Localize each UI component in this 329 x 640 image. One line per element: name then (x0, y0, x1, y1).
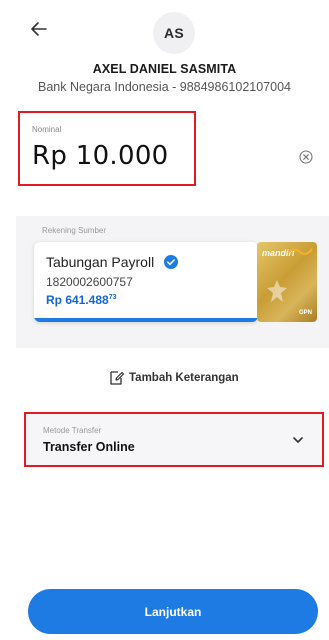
balance-main: Rp 641.488 (46, 293, 109, 307)
add-note-label: Tambah Keterangan (129, 372, 239, 384)
transfer-method-select[interactable]: Metode Transfer Transfer Online (24, 412, 324, 467)
transfer-method-label: Metode Transfer (43, 426, 102, 435)
bank-card-network: GPN (298, 310, 312, 316)
account-name: Tabungan Payroll (46, 254, 155, 270)
account-balance: Rp 641.48873 (46, 293, 117, 307)
recipient-bank-account: Bank Negara Indonesia - 9884986102107004 (38, 80, 291, 94)
source-account-card[interactable]: Tabungan Payroll 1820002600757 Rp 641.48… (34, 242, 258, 322)
account-number: 1820002600757 (46, 275, 133, 289)
garuda-emblem-icon (267, 280, 287, 302)
balance-decimal: 73 (108, 294, 117, 301)
edit-note-icon (110, 371, 124, 385)
add-note-button[interactable]: Tambah Keterangan (108, 368, 239, 388)
nominal-value[interactable]: Rp 10.000 (32, 141, 169, 171)
recipient-name: AXEL DANIEL SASMITA (92, 62, 237, 76)
bank-logo-wave-icon (287, 248, 313, 255)
back-arrow-icon[interactable] (28, 18, 50, 40)
nominal-field[interactable]: Nominal Rp 10.000 (18, 111, 196, 186)
nominal-label: Nominal (32, 125, 62, 134)
clear-circle-icon[interactable] (299, 150, 313, 164)
continue-button[interactable]: Lanjutkan (28, 589, 318, 634)
selected-card-indicator (34, 318, 258, 322)
source-account-panel: Rekening Sumber Tabungan Payroll 1820002… (16, 216, 329, 348)
avatar-initials: AS (163, 25, 185, 41)
chevron-down-icon (293, 437, 303, 443)
verified-check-icon (164, 255, 178, 269)
source-account-label: Rekening Sumber (42, 226, 107, 235)
avatar: AS (153, 12, 195, 54)
transfer-method-value: Transfer Online (43, 440, 135, 454)
bank-card-image[interactable]: mandiri GPN (257, 242, 317, 322)
